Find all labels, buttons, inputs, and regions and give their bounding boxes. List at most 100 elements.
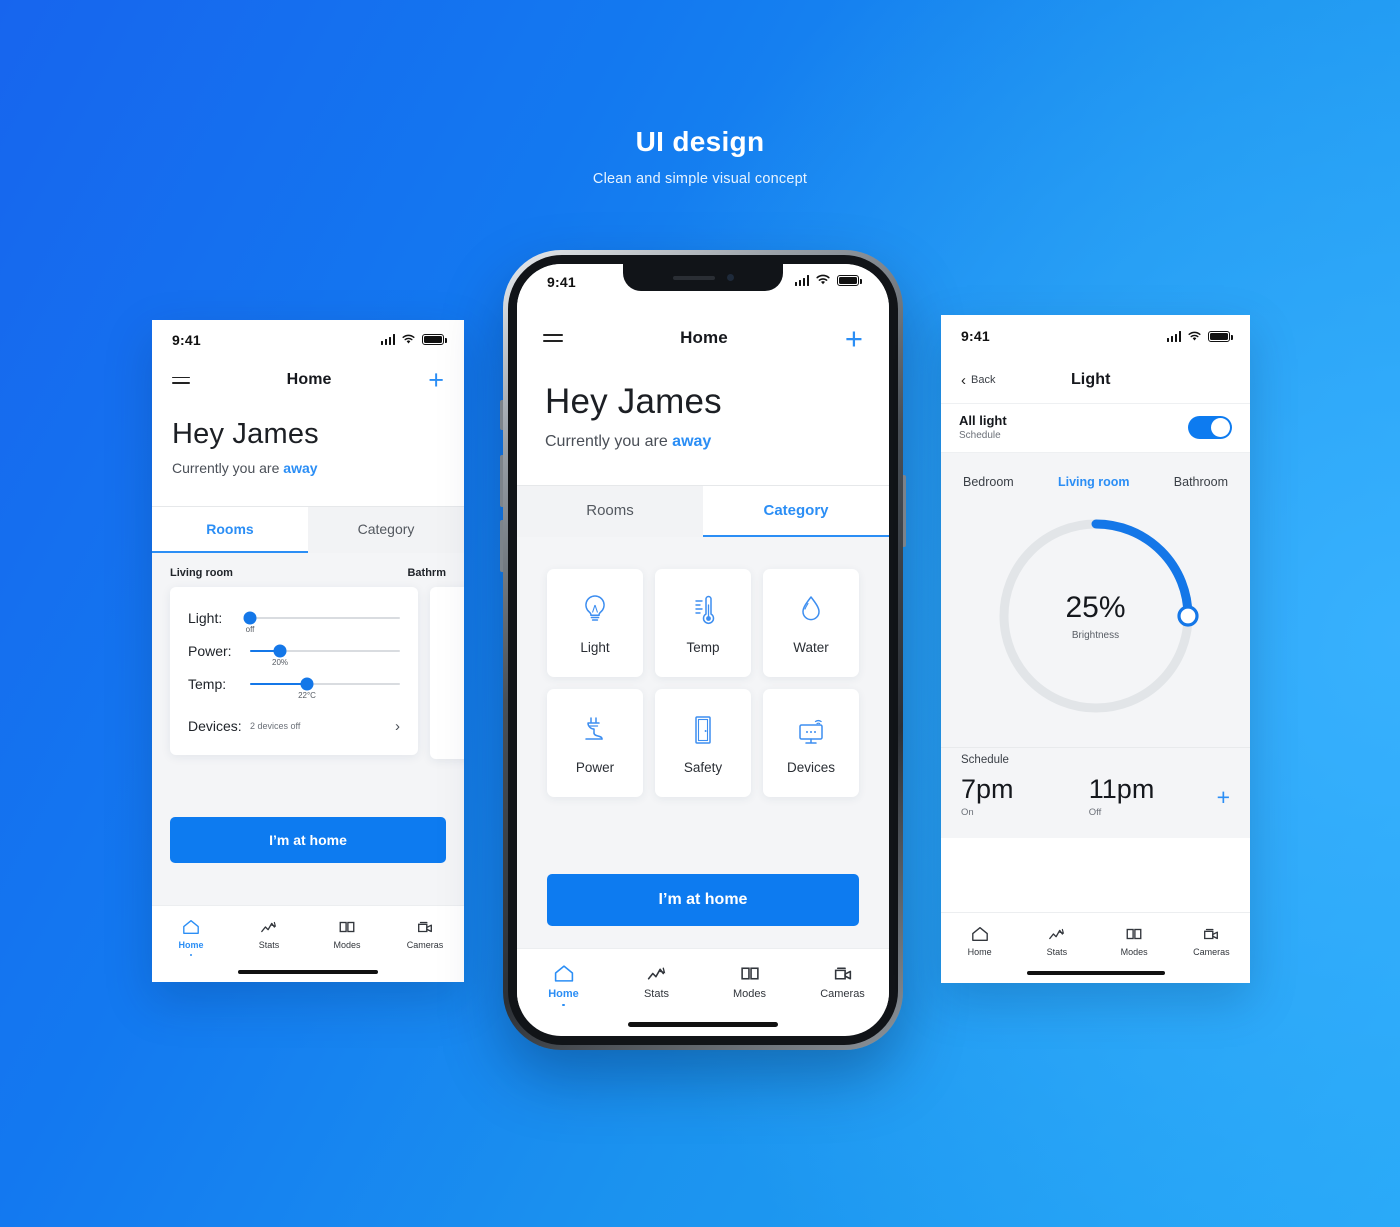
room-tab-living-room[interactable]: Living room [1058, 475, 1130, 489]
content-area: Living room Bathrm Light: off Power: 20%… [152, 552, 464, 905]
nav-label-stats: Stats [1046, 947, 1068, 957]
signal-icon [380, 334, 395, 346]
nav-item-modes[interactable]: Modes [1096, 925, 1173, 957]
schedule-time-on: 7pm [961, 774, 1014, 804]
room-label-bathroom: Bathrm [407, 566, 446, 579]
phone-screen: 9:41 Home + Hey James Currently you are … [517, 264, 889, 1036]
battery-icon [837, 274, 862, 286]
nav-label-modes: Modes [732, 987, 767, 1000]
chevron-right-icon[interactable]: › [395, 718, 400, 735]
tab-category[interactable]: Category [308, 507, 464, 553]
home-icon [183, 919, 199, 934]
category-cell-water[interactable]: Water [763, 569, 859, 677]
slider-knob-light[interactable] [243, 611, 257, 625]
wifi-icon [402, 334, 415, 344]
nav-item-home[interactable]: Home [517, 963, 610, 1006]
status-bar: 9:41 [941, 315, 1250, 357]
door-icon [695, 715, 711, 744]
nav-item-stats[interactable]: Stats [1018, 925, 1095, 957]
video-camera-icon [418, 921, 432, 932]
hamburger-icon[interactable] [543, 334, 563, 342]
wifi-icon [816, 274, 830, 285]
nav-item-home[interactable]: Home [152, 918, 230, 957]
plus-icon[interactable]: + [845, 323, 863, 354]
home-icon [971, 927, 988, 941]
brightness-dial[interactable]: 25% Brightness [991, 511, 1201, 721]
schedule-state-off: Off [1088, 807, 1102, 818]
schedule-entry-off[interactable]: 11pm Off [1089, 774, 1217, 818]
silent-switch[interactable] [500, 400, 503, 430]
volume-down-button[interactable] [500, 520, 503, 572]
slider-label-temp: Temp: [188, 675, 227, 692]
active-dot [189, 953, 193, 957]
category-cell-temp[interactable]: Temp [655, 569, 751, 677]
video-camera-icon [834, 966, 851, 980]
category-label-light: Light [580, 639, 610, 655]
page-title-home: Home [286, 371, 332, 389]
nav-label-home: Home [967, 947, 992, 957]
chevron-left-icon: ‹ [961, 371, 966, 389]
chart-line-icon [647, 967, 665, 980]
signal-icon [1166, 330, 1181, 342]
nav-item-cameras[interactable]: Cameras [386, 918, 464, 957]
nav-item-cameras[interactable]: Cameras [796, 963, 889, 1007]
tab-category[interactable]: Category [703, 486, 889, 537]
schedule-section: Schedule 7pm On 11pm Off + [941, 747, 1250, 838]
im-at-home-button[interactable]: I’m at home [547, 873, 859, 926]
schedule-entry-on[interactable]: 7pm On [961, 774, 1089, 818]
nav-item-cameras[interactable]: Cameras [1173, 925, 1250, 957]
right-phone-screen: 9:41 ‹ Back Light All light Schedule Bed… [941, 315, 1250, 983]
category-cell-devices[interactable]: Devices [763, 689, 859, 797]
room-card-living-room[interactable]: Light: off Power: 20% Temp: 22°C Devices… [170, 586, 418, 755]
volume-up-button[interactable] [500, 455, 503, 507]
room-tab-bedroom[interactable]: Bedroom [963, 475, 1014, 489]
devices-row[interactable]: Devices: 2 devices off › [188, 718, 400, 735]
back-label: Back [971, 374, 996, 386]
nav-item-stats[interactable]: Stats [230, 918, 308, 957]
all-light-toggle[interactable] [1188, 415, 1232, 439]
home-indicator [628, 1022, 778, 1027]
add-schedule-button[interactable]: + [1217, 774, 1230, 811]
nav-item-stats[interactable]: Stats [610, 963, 703, 1007]
page-subtitle: Clean and simple visual concept [592, 171, 808, 187]
water-drop-icon [802, 595, 820, 620]
nav-label-stats: Stats [643, 987, 670, 1000]
category-cell-light[interactable]: Light [547, 569, 643, 677]
hamburger-icon[interactable] [172, 376, 190, 384]
room-card-bathroom[interactable] [430, 586, 464, 759]
category-label-temp: Temp [686, 639, 720, 655]
slider-value-power: 20% [271, 657, 289, 667]
slider-value-light: off [245, 624, 255, 634]
schedule-state-on: On [961, 807, 974, 818]
category-label-power: Power [575, 759, 615, 775]
slider-value-temp: 22°C [298, 690, 316, 700]
all-light-title: All light [959, 413, 1007, 428]
room-labels: Living room Bathrm [152, 553, 464, 587]
tab-rooms[interactable]: Rooms [517, 486, 703, 537]
power-plug-icon [585, 716, 603, 740]
nav-item-modes[interactable]: Modes [703, 963, 796, 1007]
im-at-home-button[interactable]: I’m at home [170, 816, 446, 863]
lightbulb-icon [585, 594, 605, 621]
category-cell-power[interactable]: Power [547, 689, 643, 797]
slider-knob-temp[interactable] [300, 677, 314, 691]
room-tab-bathroom[interactable]: Bathroom [1174, 475, 1228, 489]
slider-knob-power[interactable] [273, 644, 287, 658]
category-cell-safety[interactable]: Safety [655, 689, 751, 797]
slider-track-light[interactable] [243, 611, 400, 625]
devices-value: 2 devices off [250, 721, 301, 732]
power-button[interactable] [903, 475, 906, 547]
tab-rooms[interactable]: Rooms [152, 506, 308, 553]
nav-item-home[interactable]: Home [941, 925, 1018, 957]
cta-area: I’m at home [517, 847, 889, 948]
center-phone-device: 9:41 Home + Hey James Currently you are … [500, 250, 906, 1050]
room-cards: Light: off Power: 20% Temp: 22°C Devices… [152, 586, 464, 759]
greeting-block: Hey James Currently you are away [152, 401, 464, 476]
plus-icon[interactable]: + [428, 366, 444, 394]
slider-track-temp[interactable] [250, 677, 400, 691]
nav-item-modes[interactable]: Modes [308, 918, 386, 957]
back-button[interactable]: ‹ Back [961, 373, 995, 388]
slider-track-power[interactable] [250, 644, 400, 658]
brightness-value: 25% [1065, 591, 1126, 624]
page-title-light: Light [1070, 371, 1111, 388]
